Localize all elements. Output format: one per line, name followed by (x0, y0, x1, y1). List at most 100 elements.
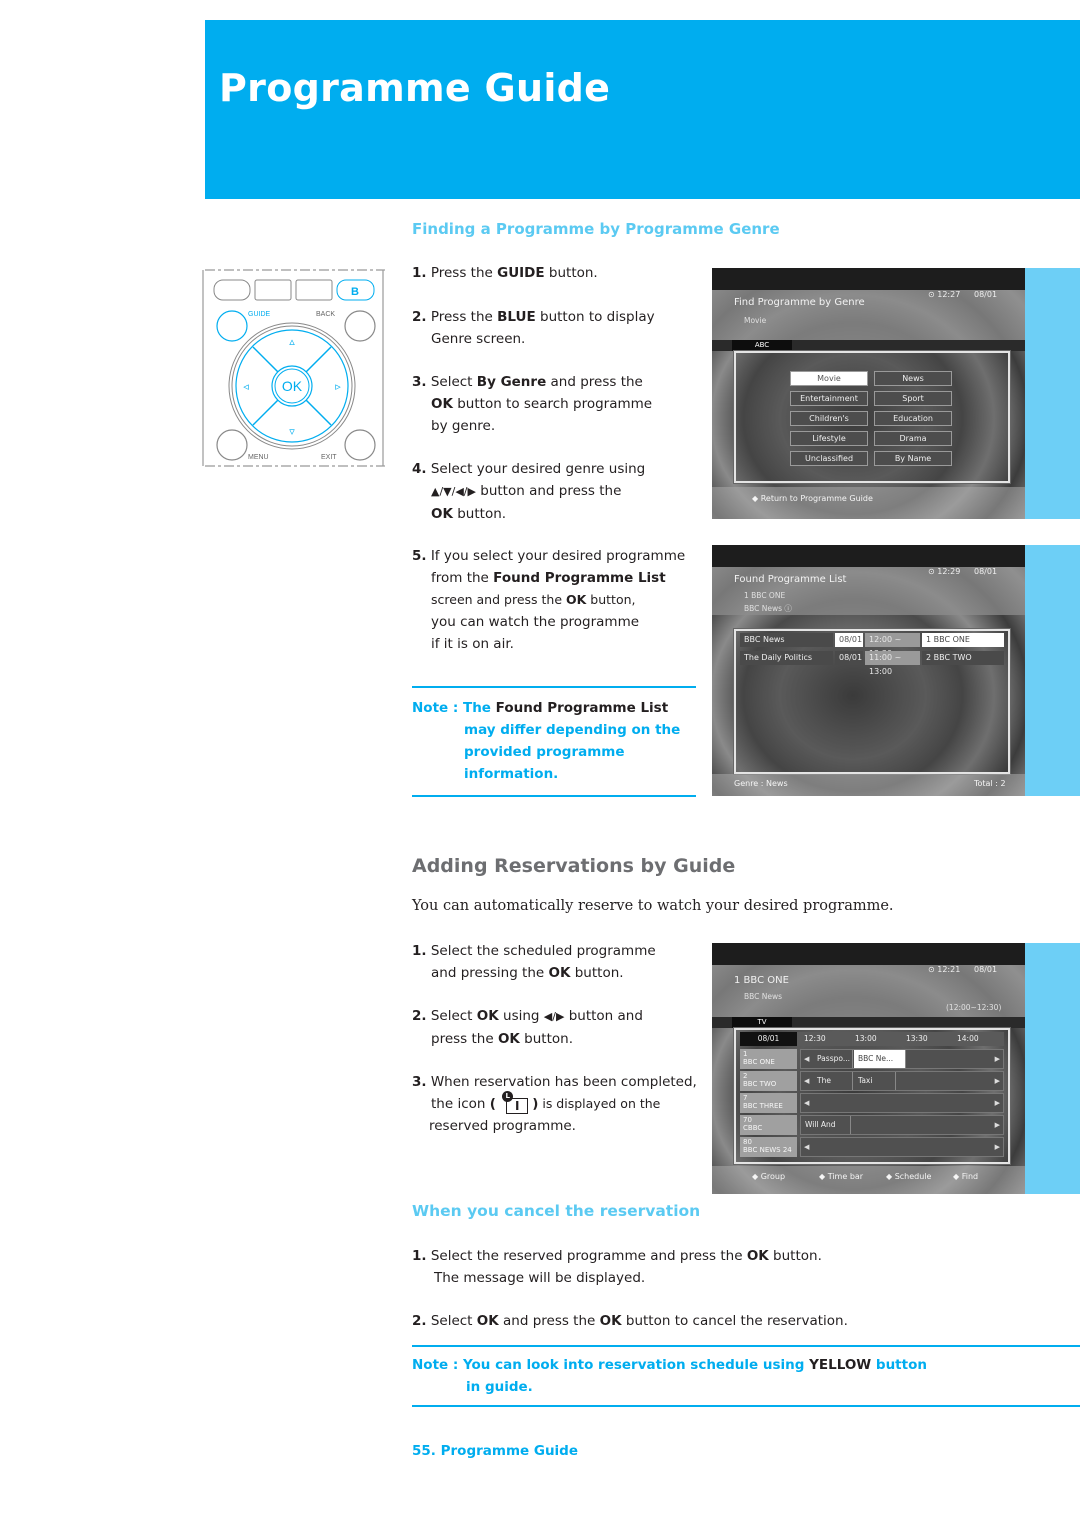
green-button (254, 279, 292, 301)
genre-option: News (874, 371, 952, 386)
found-list-panel: BBC News08/0112:00 ~ 12:301 BBC ONEThe D… (733, 628, 1011, 775)
guide-header-cell: 12:30 (804, 1034, 826, 1043)
note-divider-bottom-2 (412, 1405, 1080, 1407)
genre-option: Entertainment (790, 391, 868, 406)
tab-tv: TV (732, 1017, 792, 1028)
yellow-button (295, 279, 333, 301)
page-footer: 55. Programme Guide (412, 1443, 579, 1459)
note-found-list: Note : The Found Programme List may diff… (412, 700, 681, 782)
scroll-right-icon: ▶ (994, 1055, 1000, 1063)
guide-channel-row: 80 BBC NEWS 24 ◀ ▶ (740, 1137, 1004, 1157)
guide-header-cell: 08/01 (740, 1032, 797, 1046)
programme-cell: BBC Ne... (854, 1050, 906, 1068)
scroll-left-icon: ◀ (804, 1055, 810, 1063)
scroll-right-icon: ▶ (994, 1121, 1000, 1129)
genre-option: By Name (874, 451, 952, 466)
programme-cell: Taxi (854, 1072, 896, 1090)
guide-footer-hint: ◆ Schedule (886, 1172, 932, 1181)
guide-footer-hint: ◆ Find (953, 1172, 979, 1181)
return-hint: ◆ Return to Programme Guide (752, 494, 873, 503)
clock: ⊙ 12:27 (928, 290, 961, 299)
guide-header-cell: 13:30 (906, 1034, 928, 1043)
guide-footer-hint: ◆ Group (752, 1172, 786, 1181)
found-date: 08/01 (835, 633, 863, 647)
step-1-guide: 1. Press the GUIDE button. (412, 265, 598, 281)
section-heading-genre: Finding a Programme by Programme Genre (412, 220, 780, 238)
side-tab-1 (1025, 268, 1080, 519)
guide-time-header: 08/01 12:30 13:00 13:30 14:00 (740, 1032, 1004, 1046)
found-name: The Daily Politics (740, 651, 833, 665)
exit-button (344, 429, 376, 461)
step-2-blue: 2. Press the BLUE button to display Genr… (412, 309, 655, 347)
found-time: 11:00 ~ 13:00 (865, 651, 920, 676)
genre-option: Children's (790, 411, 868, 426)
note-divider-bottom (412, 795, 696, 797)
step-3-by-genre: 3. Select By Genre and press the OK butt… (412, 374, 653, 434)
guide-footer-hint: ◆ Time bar (819, 1172, 864, 1181)
remote-control-illustration: B GUIDE BACK OK ▵ ▿ ◃ ▹ MENU EXIT (200, 268, 385, 468)
channel-label: 7 BBC THREE (740, 1093, 797, 1113)
red-button (213, 279, 251, 301)
guide-channel-row: 7 BBC THREE ◀ ▶ (740, 1093, 1004, 1113)
scroll-left-icon: ◀ (804, 1077, 810, 1085)
note-divider-top (412, 686, 696, 688)
blue-button-label: B (351, 286, 359, 298)
guide-button (216, 310, 248, 342)
channel-label: 80 BBC NEWS 24 (740, 1137, 797, 1157)
found-programme-row: The Daily Politics 08/01 11:00 ~ 13:00 2 BB… (740, 651, 1004, 676)
programme-cell: Will And G... (801, 1116, 851, 1147)
total-label: Total : 2 (974, 779, 1006, 788)
ok-label: OK (282, 378, 303, 394)
guide-grid-panel: 08/01 12:30 13:00 13:30 14:00 1 BBC ONE ◀ ▶ Passp… (733, 1027, 1011, 1165)
menu-button (216, 429, 248, 461)
genre-option: Unclassified (790, 451, 868, 466)
guide-screen-screenshot: 1 BBC ONE BBC News ⊙ 12:21 08/01 (12:00~… (712, 943, 1025, 1194)
genre-label: Genre : News (734, 779, 788, 788)
exit-label: EXIT (321, 454, 337, 461)
genre-option: Drama (874, 431, 952, 446)
back-button (344, 310, 376, 342)
note-divider-top-2 (412, 1345, 1080, 1347)
genre-option: Sport (874, 391, 952, 406)
side-tab-3 (1025, 943, 1080, 1194)
cancel-step-1: 1. Select the reserved programme and pre… (412, 1248, 822, 1286)
scroll-left-icon: ◀ (804, 1143, 810, 1151)
reservations-intro: You can automatically reserve to watch y… (412, 898, 894, 914)
note-yellow-button: Note : You can look into reservation sch… (412, 1357, 927, 1395)
reservation-step-1: 1. Select the scheduled programme and pr… (412, 943, 656, 981)
found-name: BBC News (740, 633, 833, 647)
guide-channel-row: 2BBC TWO ◀ ▶ The Dai...Taxi (740, 1071, 1004, 1103)
genre-panel: Movie News Entertainment Sport Children's Edu… (733, 350, 1011, 484)
scroll-right-icon: ▶ (994, 1099, 1000, 1107)
down-arrow-icon: ▿ (289, 425, 295, 438)
genre-screen-screenshot: Find Programme by Genre Movie ⊙ 12:27 08… (712, 268, 1025, 519)
found-programme-row: BBC News08/0112:00 ~ 12:301 BBC ONE (740, 633, 1004, 658)
found-time: 12:00 ~ 12:30 (865, 633, 920, 658)
genre-option: Lifestyle (790, 431, 868, 446)
guide-header-cell: 13:00 (855, 1034, 877, 1043)
reservation-step-3: 3. When reservation has been completed, … (412, 1074, 697, 1134)
channel-label: 1 BBC ONE (740, 1049, 797, 1069)
scroll-right-icon: ▶ (994, 1077, 1000, 1085)
arrow-keys-icon: ▲/▼/◀/▶ (431, 485, 476, 498)
reservation-icon: IL (502, 1091, 529, 1114)
channel-label: 2 BBC TWO (740, 1071, 797, 1091)
reservation-step-2: 2. Select OK using ◀/▶ button and press … (412, 1008, 643, 1047)
cancel-step-2: 2. Select OK and press the OK button to … (412, 1313, 848, 1329)
guide-header-cell: 14:00 (957, 1034, 979, 1043)
color-buttons (213, 279, 375, 301)
found-date: 08/01 (835, 651, 863, 665)
step-5-found-list: 5. If you select your desired programme … (412, 548, 686, 652)
scroll-left-icon: ◀ (804, 1099, 810, 1107)
back-label: BACK (316, 311, 335, 318)
page-title: Programme Guide (219, 66, 611, 110)
scroll-right-icon: ▶ (994, 1143, 1000, 1151)
genre-option: Education (874, 411, 952, 426)
genre-option: Movie (790, 371, 868, 386)
side-tab-2 (1025, 545, 1080, 796)
right-arrow-icon: ▹ (335, 380, 341, 393)
guide-label: GUIDE (248, 311, 271, 318)
step-4-select-genre: 4. Select your desired genre using ▲/▼/◀… (412, 461, 646, 522)
guide-channel-row: 70CBBC ▶ Will And G... (740, 1115, 1004, 1147)
tab-abc: ABC (732, 340, 792, 351)
